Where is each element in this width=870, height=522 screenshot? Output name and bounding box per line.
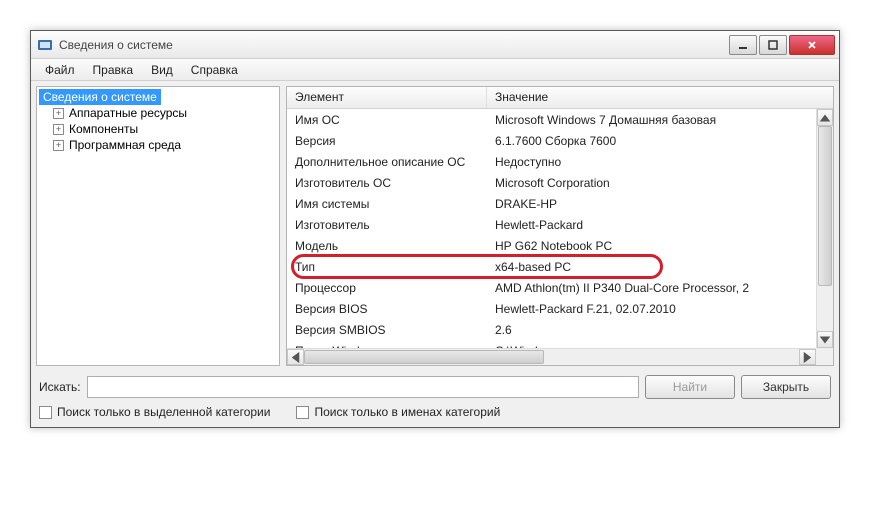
table-row[interactable]: Версия6.1.7600 Сборка 7600 — [287, 130, 833, 151]
horizontal-scrollbar[interactable] — [287, 348, 816, 365]
table-row[interactable]: Имя ОСMicrosoft Windows 7 Домашняя базов… — [287, 109, 833, 130]
search-input[interactable] — [87, 376, 639, 398]
scroll-down-icon[interactable] — [817, 331, 833, 348]
cell-element: Имя системы — [287, 197, 487, 211]
menu-file[interactable]: Файл — [37, 61, 83, 79]
vscroll-track[interactable] — [817, 126, 833, 331]
maximize-button[interactable] — [759, 35, 787, 55]
checkbox-label: Поиск только в именах категорий — [314, 405, 500, 419]
hscroll-track[interactable] — [304, 349, 799, 365]
close-search-button[interactable]: Закрыть — [741, 375, 831, 399]
checkbox-only-category[interactable]: Поиск только в выделенной категории — [39, 405, 270, 419]
details-list: Элемент Значение Имя ОСMicrosoft Windows… — [286, 86, 834, 366]
table-row[interactable]: Изготовитель ОСMicrosoft Corporation — [287, 172, 833, 193]
cell-value: AMD Athlon(tm) II P340 Dual-Core Process… — [487, 281, 833, 295]
cell-element: Дополнительное описание ОС — [287, 155, 487, 169]
checkbox-box-icon — [39, 406, 52, 419]
expand-icon[interactable]: + — [53, 140, 64, 151]
tree-item-label: Аппаратные ресурсы — [69, 106, 187, 120]
minimize-button[interactable] — [729, 35, 757, 55]
table-row[interactable]: МодельHP G62 Notebook PC — [287, 235, 833, 256]
table-row[interactable]: Дополнительное описание ОСНедоступно — [287, 151, 833, 172]
cell-value: Hewlett-Packard F.21, 02.07.2010 — [487, 302, 833, 316]
menu-edit[interactable]: Правка — [85, 61, 142, 79]
column-headers: Элемент Значение — [287, 87, 833, 109]
table-row[interactable]: Версия SMBIOS2.6 — [287, 319, 833, 340]
cell-element: Имя ОС — [287, 113, 487, 127]
scroll-right-icon[interactable] — [799, 349, 816, 365]
cell-element: Версия SMBIOS — [287, 323, 487, 337]
system-info-window: Сведения о системе Файл Правка Вид Справ… — [30, 30, 840, 428]
cell-value: DRAKE-HP — [487, 197, 833, 211]
column-value[interactable]: Значение — [487, 87, 833, 108]
cell-element: Версия BIOS — [287, 302, 487, 316]
cell-value: x64-based PC — [487, 260, 833, 274]
cell-element: Модель — [287, 239, 487, 253]
app-icon — [37, 37, 53, 53]
menubar: Файл Правка Вид Справка — [31, 59, 839, 81]
category-tree[interactable]: Сведения о системе + Аппаратные ресурсы + К… — [36, 86, 280, 366]
column-element[interactable]: Элемент — [287, 87, 487, 108]
find-button[interactable]: Найти — [645, 375, 735, 399]
cell-value: Недоступно — [487, 155, 833, 169]
tree-item[interactable]: + Программная среда — [39, 137, 277, 153]
table-row[interactable]: Имя системыDRAKE-HP — [287, 193, 833, 214]
cell-element: Изготовитель — [287, 218, 487, 232]
window-buttons — [729, 35, 835, 55]
cell-value: 6.1.7600 Сборка 7600 — [487, 134, 833, 148]
tree-root-selected[interactable]: Сведения о системе — [39, 89, 161, 105]
window-title: Сведения о системе — [59, 38, 729, 52]
vscroll-thumb[interactable] — [818, 126, 832, 286]
tree-item-label: Компоненты — [69, 122, 138, 136]
cell-value: 2.6 — [487, 323, 833, 337]
expand-icon[interactable]: + — [53, 108, 64, 119]
scroll-corner — [816, 348, 833, 365]
rows-container: Имя ОСMicrosoft Windows 7 Домашняя базов… — [287, 109, 833, 365]
table-row[interactable]: ПроцессорAMD Athlon(tm) II P340 Dual-Cor… — [287, 277, 833, 298]
expand-icon[interactable]: + — [53, 124, 64, 135]
cell-element: Версия — [287, 134, 487, 148]
menu-view[interactable]: Вид — [143, 61, 181, 79]
checkbox-only-names[interactable]: Поиск только в именах категорий — [296, 405, 500, 419]
tree-item[interactable]: + Компоненты — [39, 121, 277, 137]
cell-value: Hewlett-Packard — [487, 218, 833, 232]
search-area: Искать: Найти Закрыть Поиск только в выд… — [31, 371, 839, 427]
table-row[interactable]: Версия BIOSHewlett-Packard F.21, 02.07.2… — [287, 298, 833, 319]
close-button[interactable] — [789, 35, 835, 55]
main-body: Сведения о системе + Аппаратные ресурсы + К… — [31, 81, 839, 371]
table-row[interactable]: Типx64-based PC — [287, 256, 833, 277]
scroll-up-icon[interactable] — [817, 109, 833, 126]
cell-element: Изготовитель ОС — [287, 176, 487, 190]
cell-value: HP G62 Notebook PC — [487, 239, 833, 253]
table-row[interactable]: ИзготовительHewlett-Packard — [287, 214, 833, 235]
cell-element: Процессор — [287, 281, 487, 295]
vertical-scrollbar[interactable] — [816, 109, 833, 348]
scroll-left-icon[interactable] — [287, 349, 304, 365]
tree-item[interactable]: + Аппаратные ресурсы — [39, 105, 277, 121]
cell-element: Тип — [287, 260, 487, 274]
menu-help[interactable]: Справка — [183, 61, 246, 79]
cell-value: Microsoft Corporation — [487, 176, 833, 190]
checkbox-box-icon — [296, 406, 309, 419]
cell-value: Microsoft Windows 7 Домашняя базовая — [487, 113, 833, 127]
titlebar[interactable]: Сведения о системе — [31, 31, 839, 59]
hscroll-thumb[interactable] — [304, 350, 544, 364]
tree-item-label: Программная среда — [69, 138, 181, 152]
search-label: Искать: — [39, 380, 81, 394]
checkbox-label: Поиск только в выделенной категории — [57, 405, 270, 419]
